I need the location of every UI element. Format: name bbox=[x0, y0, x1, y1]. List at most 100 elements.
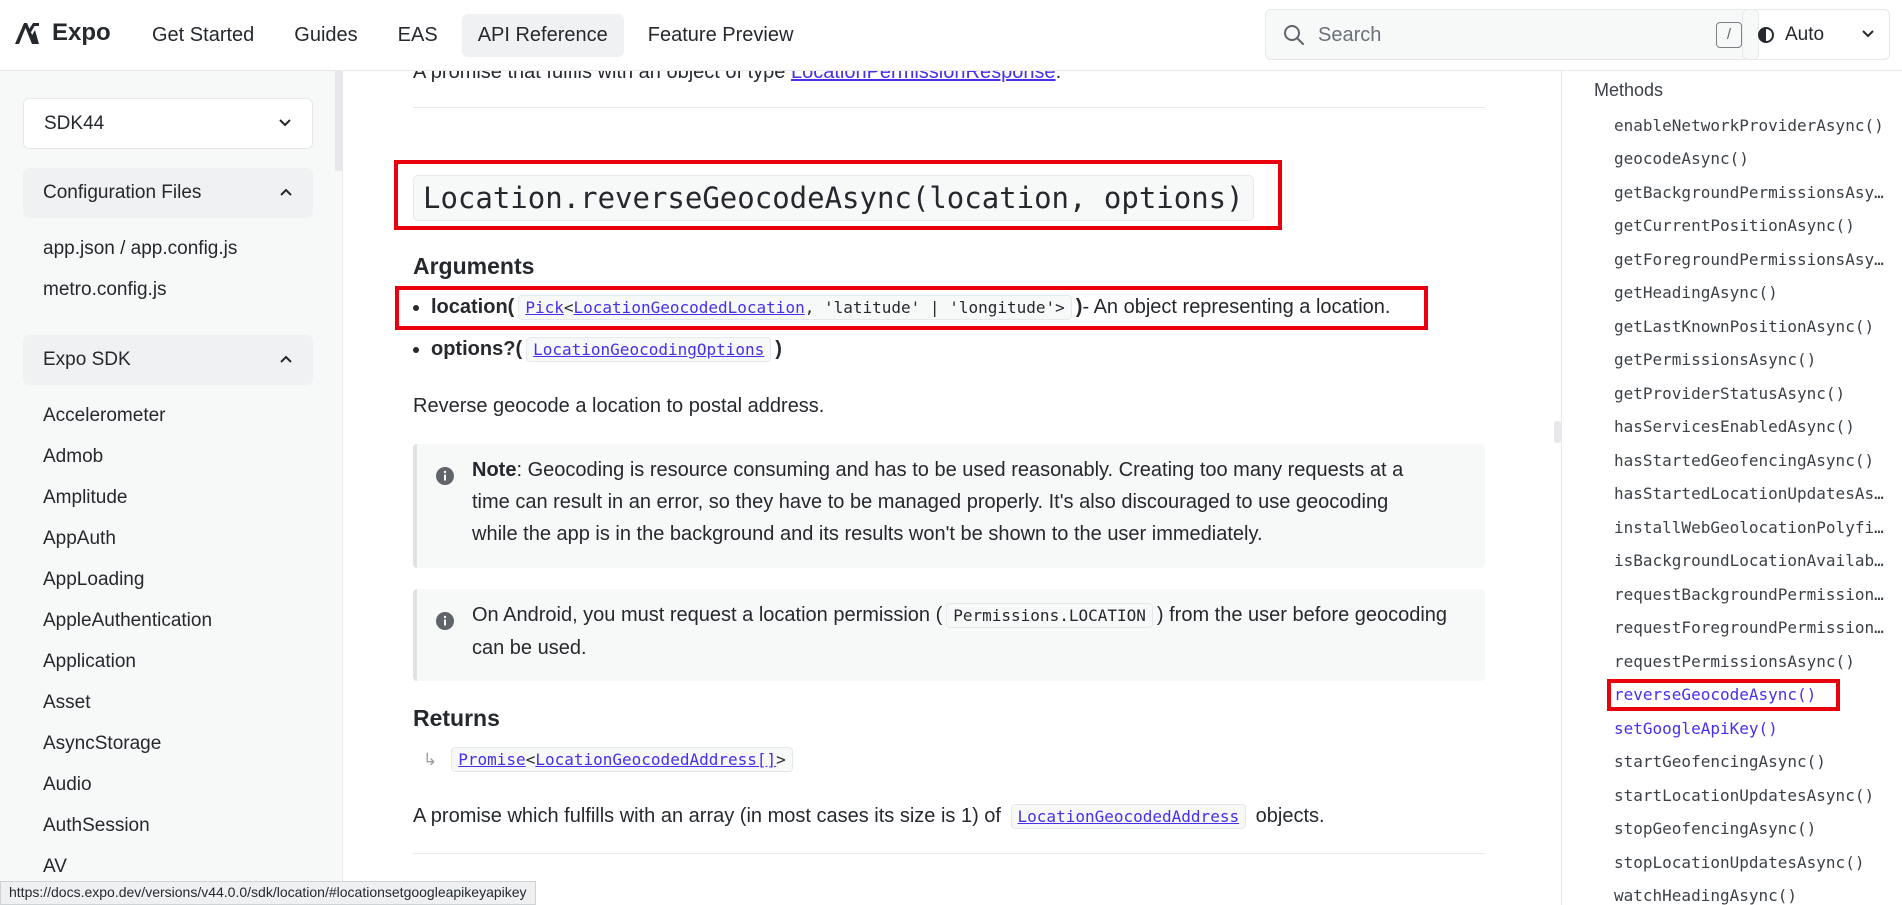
location-geocoded-address-link[interactable]: LocationGeocodedAddress bbox=[1018, 807, 1240, 826]
toc-item[interactable]: installWebGeolocationPolyfill() bbox=[1614, 518, 1886, 537]
toc-item[interactable]: hasStartedGeofencingAsync() bbox=[1614, 451, 1886, 470]
note-label: Note bbox=[472, 459, 517, 481]
sidebar-scrollbar[interactable] bbox=[335, 71, 342, 171]
content-scrollbar[interactable] bbox=[1554, 421, 1561, 443]
nav-eas[interactable]: EAS bbox=[382, 14, 454, 57]
section-divider bbox=[413, 107, 1485, 108]
toc-item[interactable]: requestPermissionsAsync() bbox=[1614, 652, 1886, 671]
argument-close-paren: ) bbox=[775, 338, 782, 360]
toc-item[interactable]: startGeofencingAsync() bbox=[1614, 752, 1886, 771]
nav-feature-preview[interactable]: Feature Preview bbox=[632, 14, 810, 57]
location-geocoded-address-array-link[interactable]: LocationGeocodedAddress[] bbox=[535, 750, 776, 769]
toc-item[interactable]: isBackgroundLocationAvailableAsync() bbox=[1614, 551, 1886, 570]
section-expo-sdk[interactable]: Expo SDK bbox=[23, 335, 313, 385]
toc-item[interactable]: getProviderStatusAsync() bbox=[1614, 384, 1886, 403]
sidebar-item-av[interactable]: AV bbox=[43, 856, 67, 878]
toc-item[interactable]: requestBackgroundPermissionsAsync() bbox=[1614, 585, 1886, 604]
returns-type-code: Promise<LocationGeocodedAddress[]> bbox=[451, 747, 793, 772]
top-header: Expo Get Started Guides EAS API Referenc… bbox=[0, 0, 1902, 71]
nav-get-started[interactable]: Get Started bbox=[136, 14, 270, 57]
section-label: Expo SDK bbox=[43, 349, 131, 370]
toc-item[interactable]: getBackgroundPermissionsAsync() bbox=[1614, 183, 1886, 202]
bullet-dot bbox=[413, 346, 419, 353]
sidebar-item-asyncstorage[interactable]: AsyncStorage bbox=[43, 733, 161, 755]
search-icon bbox=[1284, 25, 1304, 45]
theme-selector[interactable]: Auto bbox=[1742, 9, 1890, 60]
previous-returns-text: A promise that fulfils with an object of… bbox=[413, 71, 1061, 84]
section-divider bbox=[413, 853, 1485, 854]
returns-description-suffix: objects. bbox=[1250, 805, 1325, 827]
toc-item[interactable]: stopGeofencingAsync() bbox=[1614, 819, 1886, 838]
toc-item[interactable]: getLastKnownPositionAsync() bbox=[1614, 317, 1886, 336]
android-note-callout: On Android, you must request a location … bbox=[413, 589, 1485, 681]
toc-item[interactable]: hasStartedLocationUpdatesAsync() bbox=[1614, 484, 1886, 503]
return-arrow-icon: ↳ bbox=[423, 750, 438, 769]
argument-type: LocationGeocodingOptions bbox=[526, 337, 772, 362]
prev-return-suffix: . bbox=[1055, 71, 1062, 83]
chevron-up-icon bbox=[280, 355, 292, 363]
theme-half-circle-icon bbox=[1758, 27, 1774, 43]
chevron-up-icon bbox=[280, 188, 292, 196]
left-sidebar: SDK44 Configuration Files app.json / app… bbox=[0, 71, 343, 905]
toc-item[interactable]: getForegroundPermissionsAsync() bbox=[1614, 250, 1886, 269]
toc-item[interactable]: getPermissionsAsync() bbox=[1614, 350, 1886, 369]
main-nav: Get Started Guides EAS API Reference Fea… bbox=[136, 14, 809, 57]
expo-logo-link[interactable]: Expo bbox=[12, 18, 111, 48]
note-text: Note: Geocoding is resource consuming an… bbox=[472, 454, 1403, 550]
nav-api-reference[interactable]: API Reference bbox=[461, 14, 624, 57]
sidebar-item-admob[interactable]: Admob bbox=[43, 446, 103, 468]
section-configuration-files[interactable]: Configuration Files bbox=[23, 168, 313, 218]
sidebar-item-app-json[interactable]: app.json / app.config.js bbox=[43, 238, 237, 260]
returns-type: ↳ Promise<LocationGeocodedAddress[]> bbox=[423, 747, 797, 772]
toc-item[interactable]: watchHeadingAsync() bbox=[1614, 886, 1886, 905]
toc-item[interactable]: geocodeAsync() bbox=[1614, 149, 1886, 168]
location-geocoding-options-link[interactable]: LocationGeocodingOptions bbox=[533, 340, 764, 359]
note-line-2: time can result in an error, so they hav… bbox=[472, 491, 1389, 513]
note-line-1: : Geocoding is resource consuming and ha… bbox=[516, 459, 1404, 481]
toc-item[interactable]: requestForegroundPermissionsAsync() bbox=[1614, 618, 1886, 637]
chevron-down-icon bbox=[279, 119, 291, 127]
argument-open-paren: ( bbox=[515, 338, 523, 360]
sidebar-item-appleauthentication[interactable]: AppleAuthentication bbox=[43, 610, 212, 632]
search-box[interactable]: / bbox=[1265, 9, 1759, 60]
toc-item[interactable]: enableNetworkProviderAsync() bbox=[1614, 116, 1886, 135]
prev-return-prefix: A promise that fulfils with an object of… bbox=[413, 71, 791, 83]
sidebar-item-metro-config[interactable]: metro.config.js bbox=[43, 279, 167, 301]
method-description: Reverse geocode a location to postal add… bbox=[413, 395, 825, 417]
sidebar-item-apploading[interactable]: AppLoading bbox=[43, 569, 144, 591]
section-label: Configuration Files bbox=[43, 182, 202, 203]
returns-heading: Returns bbox=[413, 705, 500, 731]
permissions-location-code: Permissions.LOCATION bbox=[946, 603, 1153, 628]
android-note-line-2: can be used. bbox=[472, 637, 587, 659]
sidebar-item-authsession[interactable]: AuthSession bbox=[43, 815, 150, 837]
link-status-bar: https://docs.expo.dev/versions/v44.0.0/s… bbox=[0, 881, 536, 905]
android-note-prefix: On Android, you must request a location … bbox=[472, 604, 943, 626]
sidebar-item-application[interactable]: Application bbox=[43, 651, 136, 673]
sdk-version-select[interactable]: SDK44 bbox=[23, 98, 313, 149]
android-note-text: On Android, you must request a location … bbox=[472, 599, 1447, 664]
toc-item[interactable]: hasServicesEnabledAsync() bbox=[1614, 417, 1886, 436]
highlight-toc-reverse-geocode bbox=[1607, 679, 1840, 711]
highlight-method-signature bbox=[394, 160, 1282, 230]
highlight-location-argument bbox=[395, 286, 1428, 330]
chevron-down-icon bbox=[1862, 30, 1874, 38]
android-note-suffix: ) from the user before geocoding bbox=[1156, 604, 1448, 626]
sidebar-item-audio[interactable]: Audio bbox=[43, 774, 92, 796]
toc-item[interactable]: startLocationUpdatesAsync() bbox=[1614, 786, 1886, 805]
sidebar-item-accelerometer[interactable]: Accelerometer bbox=[43, 405, 166, 427]
toc-item[interactable]: getCurrentPositionAsync() bbox=[1614, 216, 1886, 235]
sdk-version-label: SDK44 bbox=[44, 113, 105, 134]
theme-label: Auto bbox=[1785, 24, 1825, 45]
sidebar-item-amplitude[interactable]: Amplitude bbox=[43, 487, 128, 509]
location-permission-response-link[interactable]: LocationPermissionResponse bbox=[791, 71, 1056, 83]
toc-item[interactable]: getHeadingAsync() bbox=[1614, 283, 1886, 302]
sidebar-item-asset[interactable]: Asset bbox=[43, 692, 91, 714]
table-of-contents: Methods enableNetworkProviderAsync() geo… bbox=[1554, 71, 1902, 905]
toc-item[interactable]: stopLocationUpdatesAsync() bbox=[1614, 853, 1886, 872]
toc-item-hovered[interactable]: setGoogleApiKey() bbox=[1614, 719, 1886, 738]
note-callout: Note: Geocoding is resource consuming an… bbox=[413, 444, 1485, 568]
nav-guides[interactable]: Guides bbox=[278, 14, 373, 57]
search-input[interactable] bbox=[1316, 20, 1700, 50]
sidebar-item-appauth[interactable]: AppAuth bbox=[43, 528, 116, 550]
promise-link[interactable]: Promise bbox=[458, 750, 525, 769]
